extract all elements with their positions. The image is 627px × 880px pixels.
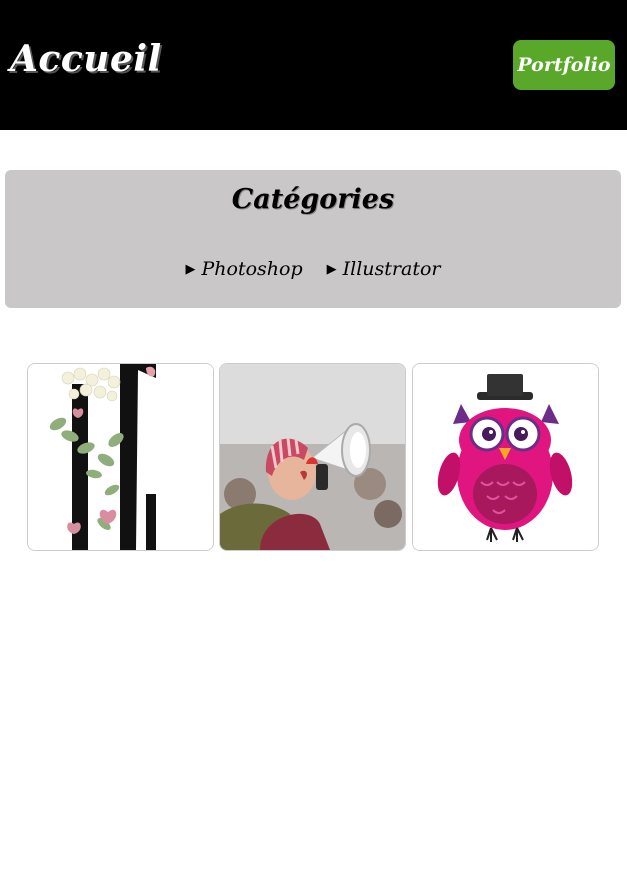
gallery-item-megaphone[interactable] — [219, 363, 406, 551]
category-label: Photoshop — [201, 258, 303, 280]
gallery-item-owl[interactable] — [412, 363, 599, 551]
gallery-item-floral-letter[interactable] — [27, 363, 214, 551]
category-link-photoshop[interactable]: ▶ Photoshop — [186, 258, 303, 280]
category-link-illustrator[interactable]: ▶ Illustrator — [327, 258, 441, 280]
triangle-right-icon: ▶ — [326, 261, 337, 277]
categories-panel: Catégories ▶ Photoshop ▶ Illustrator — [5, 170, 621, 308]
category-label: Illustrator — [342, 258, 441, 280]
floral-letter-image — [28, 364, 213, 550]
owl-illustration — [413, 364, 598, 550]
categories-links: ▶ Photoshop ▶ Illustrator — [5, 258, 621, 280]
triangle-right-icon: ▶ — [185, 261, 196, 277]
site-header: Accueil Portfolio — [0, 0, 627, 130]
categories-title: Catégories — [231, 184, 395, 215]
home-logo-link[interactable]: Accueil — [10, 38, 162, 80]
megaphone-photo — [220, 364, 405, 550]
portfolio-button[interactable]: Portfolio — [513, 40, 615, 90]
